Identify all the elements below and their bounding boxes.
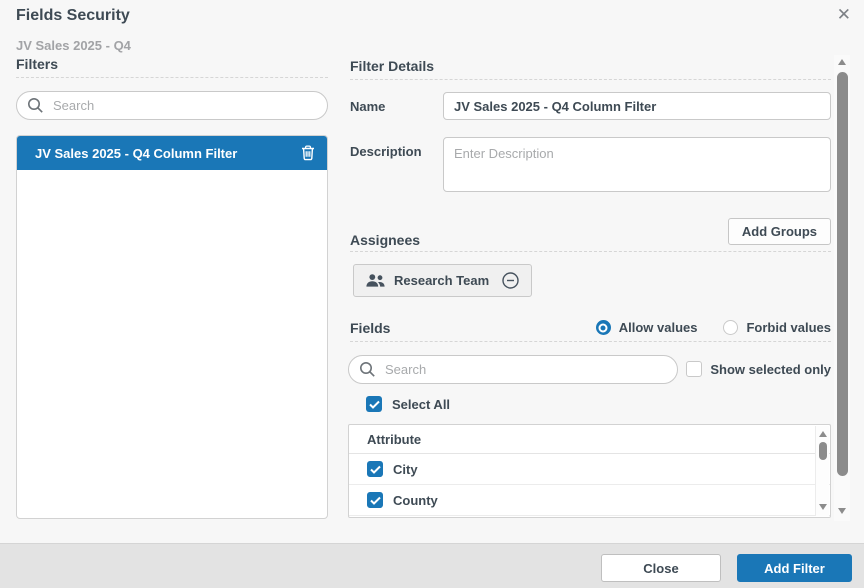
scroll-down-icon[interactable]: [819, 504, 827, 510]
checkbox-checked-icon[interactable]: [367, 461, 383, 477]
radio-unselected-icon: [723, 320, 738, 335]
search-icon: [27, 97, 44, 114]
dialog-title: Fields Security: [16, 7, 130, 25]
checkbox-checked-icon[interactable]: [367, 492, 383, 508]
radio-selected-icon: [596, 320, 611, 335]
close-button[interactable]: Close: [601, 554, 721, 582]
name-label: Name: [350, 99, 385, 114]
assignee-group-chip[interactable]: Research Team: [353, 264, 532, 297]
values-mode-radio-group: Allow values Forbid values: [596, 320, 831, 335]
row-label: City: [393, 462, 418, 477]
fields-search-input[interactable]: [383, 361, 629, 378]
scroll-down-icon[interactable]: [838, 508, 846, 514]
allow-values-radio[interactable]: Allow values: [596, 320, 698, 335]
trash-icon[interactable]: [301, 145, 315, 161]
assignees-heading: Assignees: [350, 232, 831, 252]
filter-list: JV Sales 2025 - Q4 Column Filter: [16, 135, 328, 519]
panel-scrollbar[interactable]: [834, 55, 850, 521]
table-row[interactable]: City: [349, 454, 830, 485]
filters-heading: Filters: [16, 56, 328, 78]
select-all-checkbox[interactable]: Select All: [366, 396, 450, 412]
fields-search[interactable]: [348, 355, 678, 384]
fields-heading-row: Fields Allow values Forbid values: [350, 320, 831, 342]
fields-heading: Fields: [350, 320, 390, 336]
description-label: Description: [350, 144, 422, 159]
scrollbar-thumb[interactable]: [837, 72, 848, 476]
show-selected-only-checkbox[interactable]: Show selected only: [686, 361, 831, 377]
search-icon: [359, 361, 376, 378]
group-icon: [366, 274, 385, 287]
row-label: County: [393, 493, 438, 508]
dialog-footer: Close Add Filter: [0, 543, 864, 588]
fields-table: Attribute City County: [348, 424, 831, 518]
table-row[interactable]: County: [349, 485, 830, 516]
close-icon[interactable]: ✕: [837, 5, 851, 25]
description-input[interactable]: [443, 137, 831, 192]
table-scrollbar[interactable]: [815, 426, 829, 516]
forbid-values-radio[interactable]: Forbid values: [723, 320, 831, 335]
filters-search[interactable]: [16, 91, 328, 120]
add-filter-button[interactable]: Add Filter: [737, 554, 852, 582]
datasource-subtitle: JV Sales 2025 - Q4: [16, 38, 131, 53]
filters-search-input[interactable]: [51, 97, 283, 114]
name-input[interactable]: [443, 92, 831, 120]
filter-details-heading: Filter Details: [350, 58, 831, 80]
scrollbar-thumb[interactable]: [819, 442, 827, 460]
filter-list-item-selected[interactable]: JV Sales 2025 - Q4 Column Filter: [17, 136, 327, 170]
fields-security-dialog: Fields Security ✕ JV Sales 2025 - Q4 Fil…: [0, 0, 864, 588]
group-chip-label: Research Team: [394, 273, 489, 288]
checkbox-checked-icon: [366, 396, 382, 412]
remove-group-icon[interactable]: [502, 272, 519, 289]
scroll-up-icon[interactable]: [838, 59, 846, 65]
table-column-header: Attribute: [349, 425, 830, 454]
scroll-up-icon[interactable]: [819, 431, 827, 437]
checkbox-unchecked-icon: [686, 361, 702, 377]
filter-item-label: JV Sales 2025 - Q4 Column Filter: [35, 146, 301, 161]
